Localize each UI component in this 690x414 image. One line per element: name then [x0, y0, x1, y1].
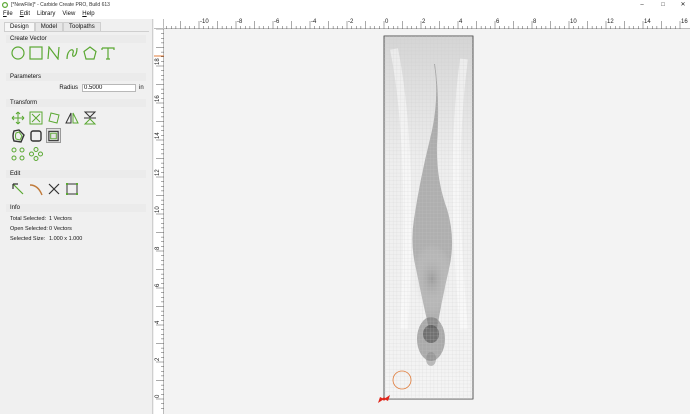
bounding-box-icon[interactable] [64, 181, 79, 196]
menu-library[interactable]: Library [37, 11, 55, 17]
total-selected-value: 1 Vectors [49, 216, 72, 222]
info-section: Info Total Selected: 1 Vectors Open Sele… [6, 204, 146, 244]
vertical-ruler-label: 0 [155, 394, 161, 398]
tab-model[interactable]: Model [34, 22, 64, 31]
horizontal-ruler-label: -8 [237, 19, 243, 25]
vertical-ruler-label: 4 [155, 320, 161, 324]
fillet-icon[interactable] [46, 128, 61, 143]
left-panel: Design Model Toolpaths Create Vector Par… [0, 19, 153, 414]
vertical-ruler-label: 12 [155, 169, 161, 176]
total-selected-label: Total Selected: [10, 216, 47, 222]
offset-icon[interactable] [10, 128, 25, 143]
scale-icon[interactable] [28, 110, 43, 125]
polyline-icon[interactable] [46, 45, 61, 60]
tab-toolpaths[interactable]: Toolpaths [63, 22, 101, 31]
text-icon[interactable] [100, 45, 115, 60]
mirror-icon[interactable] [64, 110, 79, 125]
canvas-svg [378, 35, 474, 403]
trim-icon[interactable] [28, 181, 43, 196]
vertical-ruler-label: 6 [155, 283, 161, 287]
radius-unit: in [139, 85, 144, 91]
flip-icon[interactable] [82, 110, 97, 125]
curve-icon[interactable] [64, 45, 79, 60]
stock-rectangle[interactable] [383, 35, 474, 400]
horizontal-ruler-label: 8 [533, 19, 537, 25]
ruler-corner [154, 19, 164, 29]
radius-input[interactable] [82, 84, 136, 92]
vertical-ruler-label: 18 [155, 58, 161, 65]
array-icon[interactable] [10, 146, 25, 161]
section-title-info: Info [6, 204, 146, 212]
horizontal-ruler-label: -10 [200, 19, 209, 25]
cut-icon[interactable] [46, 181, 61, 196]
vertical-ruler-label: 16 [155, 95, 161, 102]
design-panel: Create Vector Parameters Radius in Trans… [4, 31, 149, 411]
tab-bar: Design Model Toolpaths [4, 22, 101, 31]
vertical-ruler-label: 2 [155, 357, 161, 361]
parameters-section: Parameters Radius in [6, 73, 146, 93]
app-logo-icon [2, 1, 8, 8]
create-vector-section: Create Vector [6, 35, 146, 60]
design-canvas[interactable] [164, 29, 690, 414]
circular-array-icon[interactable] [28, 146, 43, 161]
title-bar: [*NewFile]* - Carbide Create PRO, Build … [0, 0, 690, 9]
menu-file[interactable]: File [3, 11, 13, 17]
rotate-icon[interactable] [46, 110, 61, 125]
horizontal-ruler[interactable]: -10 -8 -6 -4 -2 0 2 4 6 8 10 12 14 16 [164, 19, 690, 29]
menu-help[interactable]: Help [82, 11, 94, 17]
horizontal-ruler-label: -2 [348, 19, 354, 25]
menu-bar: File Edit Library View Help [0, 9, 690, 19]
vertical-ruler[interactable]: 18 16 14 12 10 8 6 4 2 0 [154, 29, 164, 414]
open-selected-label: Open Selected: [10, 226, 48, 232]
circle-icon[interactable] [10, 45, 25, 60]
section-title-edit: Edit [6, 170, 146, 178]
open-selected-value: 0 Vectors [49, 226, 72, 232]
close-button[interactable]: ✕ [677, 0, 689, 9]
menu-edit[interactable]: Edit [20, 11, 30, 17]
horizontal-ruler-label: 2 [422, 19, 426, 25]
move-icon[interactable] [10, 110, 25, 125]
maximize-button[interactable]: □ [657, 0, 669, 9]
vertical-ruler-label: 10 [155, 206, 161, 213]
tab-design[interactable]: Design [4, 22, 35, 31]
horizontal-ruler-label: 12 [607, 19, 614, 25]
polygon-icon[interactable] [82, 45, 97, 60]
vertical-ruler-ticks [154, 29, 164, 409]
menu-view[interactable]: View [62, 11, 75, 17]
vertical-ruler-label: 14 [155, 132, 161, 139]
horizontal-ruler-label: 16 [681, 19, 688, 25]
vertical-ruler-label: 8 [155, 246, 161, 250]
round-rect-icon[interactable] [28, 128, 43, 143]
canvas-area: -10 -8 -6 -4 -2 0 2 4 6 8 10 12 14 16 18 16 14 12 10 8 6 4 2 0 [154, 19, 690, 414]
minimize-button[interactable]: – [636, 0, 648, 9]
horizontal-ruler-label: 0 [385, 19, 389, 25]
horizontal-ruler-label: 4 [459, 19, 463, 25]
rectangle-icon[interactable] [28, 45, 43, 60]
section-title-create-vector: Create Vector [6, 35, 146, 43]
section-title-transform: Transform [6, 99, 146, 107]
node-edit-icon[interactable] [10, 181, 25, 196]
horizontal-ruler-label: 14 [644, 19, 651, 25]
horizontal-ruler-label: -6 [274, 19, 280, 25]
selected-size-label: Selected Size: [10, 236, 46, 242]
window-title: [*NewFile]* - Carbide Create PRO, Build … [11, 1, 110, 8]
selected-size-value: 1.000 x 1.000 [49, 236, 83, 242]
horizontal-ruler-label: 6 [496, 19, 500, 25]
radius-label: Radius [59, 85, 78, 91]
horizontal-ruler-label: -4 [311, 19, 317, 25]
horizontal-ruler-label: 10 [570, 19, 577, 25]
transform-section: Transform [6, 99, 146, 161]
section-title-parameters: Parameters [6, 73, 146, 81]
edit-section: Edit [6, 170, 146, 196]
